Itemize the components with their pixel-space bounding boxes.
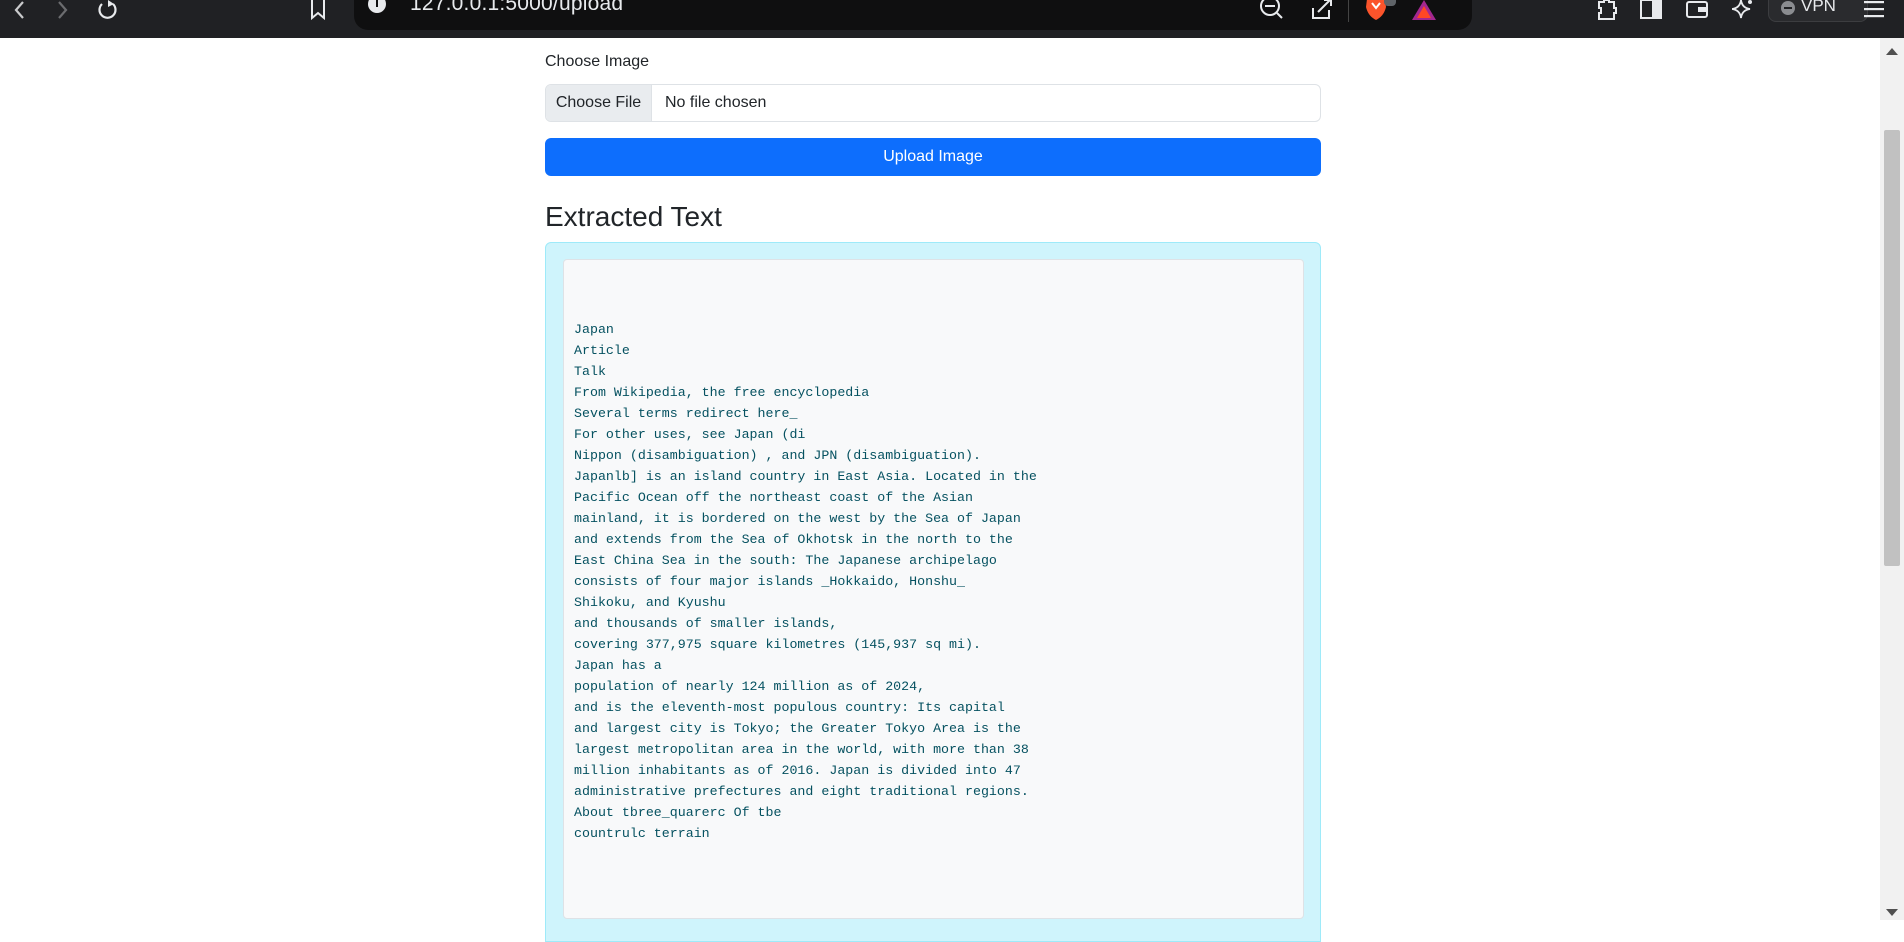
extracted-text-line: and extends from the Sea of Okhotsk in t…: [574, 532, 1013, 547]
choose-image-label: Choose Image: [545, 53, 650, 70]
forward-icon[interactable]: [52, 0, 72, 20]
back-icon[interactable]: [10, 0, 30, 20]
extracted-text-line: and thousands of smaller islands,: [574, 616, 838, 631]
shields-badge: [1384, 0, 1396, 6]
extracted-text-line: For other uses, see Japan (di: [574, 427, 806, 442]
brave-rewards-icon[interactable]: [1412, 0, 1436, 20]
leo-ai-icon[interactable]: [1732, 0, 1754, 20]
extracted-text-line: Japan: [574, 322, 614, 337]
extracted-text-line: Shikoku, and Kyushu: [574, 595, 726, 610]
extracted-text-line: and is the eleventh-most populous countr…: [574, 700, 1005, 715]
extracted-text-line: population of nearly 124 million as of 2…: [574, 679, 926, 694]
extracted-text-line: mainland, it is bordered on the west by …: [574, 511, 1021, 526]
extracted-text-line: Talk: [574, 364, 606, 379]
sidebar-icon[interactable]: [1640, 0, 1662, 20]
divider: [1348, 0, 1349, 22]
choose-file-button[interactable]: Choose File: [546, 85, 652, 121]
extracted-text-line: countrulc terrain: [574, 826, 710, 841]
extensions-icon[interactable]: [1596, 0, 1618, 20]
extracted-text-line: administrative prefectures and eight tra…: [574, 784, 1029, 799]
scroll-thumb[interactable]: [1884, 130, 1900, 566]
wallet-icon[interactable]: [1686, 0, 1708, 20]
extracted-text-pre[interactable]: Japan Article Talk From Wikipedia, the free…: [563, 259, 1304, 919]
extracted-text-line: Pacific Ocean off the northeast coast of…: [574, 490, 973, 505]
browser-toolbar: 127.0.0.1:5000/upload VPN: [0, 0, 1904, 38]
reload-icon[interactable]: [96, 0, 118, 20]
extracted-text-line: covering 377,975 square kilometres (145,…: [574, 637, 981, 652]
scroll-down-arrow-icon[interactable]: [1886, 909, 1898, 916]
menu-icon[interactable]: [1862, 0, 1886, 20]
zoom-out-icon[interactable]: [1260, 0, 1284, 20]
extracted-text-line: About tbree_quarerc Of tbe: [574, 805, 782, 820]
file-input[interactable]: Choose File No file chosen: [545, 84, 1321, 122]
vpn-status-icon: [1781, 1, 1795, 15]
extracted-text-line: Japanlb] is an island country in East As…: [574, 469, 1037, 484]
site-info-icon[interactable]: [368, 0, 386, 16]
extracted-text-content: Japan Article Talk From Wikipedia, the free…: [574, 319, 1037, 844]
vpn-button[interactable]: VPN: [1768, 0, 1868, 22]
upload-image-button[interactable]: Upload Image: [545, 138, 1321, 176]
extracted-text-line: East China Sea in the south: The Japanes…: [574, 553, 997, 568]
extracted-text-line: From Wikipedia, the free encyclopedia: [574, 385, 870, 400]
vpn-label: VPN: [1801, 0, 1836, 15]
page-scrollbar[interactable]: [1880, 38, 1904, 920]
extracted-text-line: and largest city is Tokyo; the Greater T…: [574, 721, 1021, 736]
extracted-text-line: largest metropolitan area in the world, …: [574, 742, 1029, 757]
bookmark-icon[interactable]: [308, 0, 328, 20]
extracted-text-line: consists of four major islands _Hokkaido…: [574, 574, 965, 589]
extracted-text-alert: Japan Article Talk From Wikipedia, the free…: [545, 242, 1321, 942]
address-bar[interactable]: 127.0.0.1:5000/upload: [354, 0, 1472, 30]
extracted-text-line: Japan has a: [574, 658, 662, 673]
url-text[interactable]: 127.0.0.1:5000/upload: [410, 0, 623, 16]
scroll-up-arrow-icon[interactable]: [1886, 48, 1898, 55]
share-icon[interactable]: [1310, 0, 1334, 20]
file-status: No file chosen: [665, 94, 767, 111]
extracted-text-heading: Extracted Text: [545, 201, 722, 232]
extracted-text-line: Several terms redirect here_: [574, 406, 798, 421]
extracted-text-line: Nippon (disambiguation) , and JPN (disam…: [574, 448, 981, 463]
extracted-text-line: Article: [574, 343, 630, 358]
extracted-text-line: million inhabitants as of 2016. Japan is…: [574, 763, 1021, 778]
